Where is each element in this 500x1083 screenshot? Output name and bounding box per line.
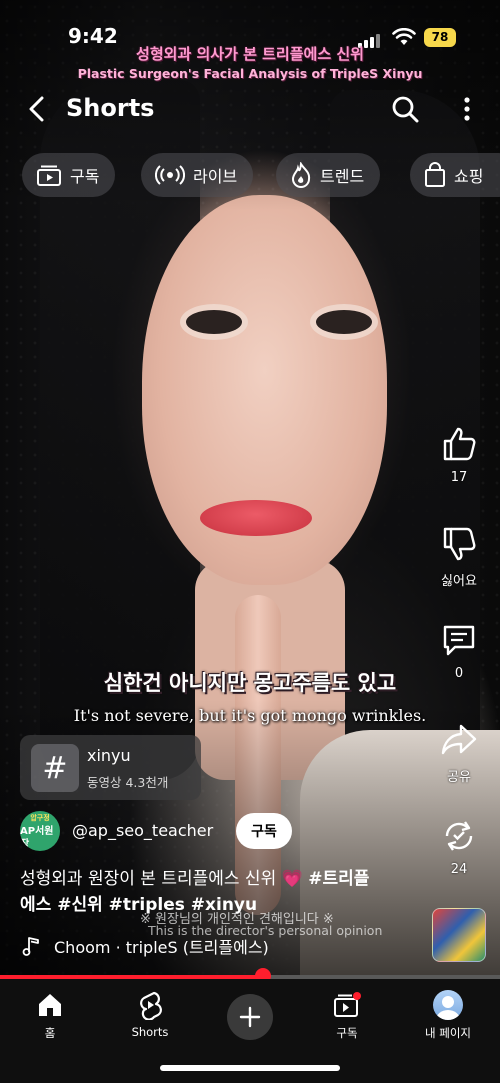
sound-thumbnail[interactable] (432, 908, 486, 962)
music-note-icon (22, 937, 39, 956)
like-count: 17 (450, 470, 468, 485)
hashtag-video-count: 동영상 4.3천개 (87, 775, 169, 790)
shopping-icon (425, 162, 445, 187)
create-button[interactable] (227, 994, 273, 1040)
search-button[interactable] (388, 92, 422, 126)
chip-label: 쇼핑 (454, 167, 484, 186)
top-app-bar: Shorts (0, 88, 500, 132)
home-icon (39, 994, 61, 1016)
share-button[interactable]: 공유 (426, 720, 492, 785)
page-title: Shorts (66, 94, 155, 122)
chip-label: 구독 (70, 167, 100, 186)
subscriptions-icon (37, 165, 61, 186)
search-icon (392, 96, 419, 123)
more-icon (464, 97, 470, 121)
battery-level: 78 (431, 30, 449, 44)
avatar-text-bottom: AP서원장 (20, 825, 54, 850)
video-subtitle-ko: 심한건 아니지만 몽고주름도 있고 (103, 671, 397, 695)
nav-home[interactable]: 홈 (10, 989, 90, 1041)
category-chips: 구독 라이브 트렌드 쇼핑 (0, 153, 500, 199)
create-icon (239, 1006, 261, 1028)
hashtag-chip[interactable]: # xinyu 동영상 4.3천개 (20, 735, 201, 800)
channel-handle[interactable]: @ap_seo_teacher (72, 821, 213, 840)
video-eye-right (316, 310, 372, 334)
chip-shopping[interactable]: 쇼핑 (410, 153, 500, 197)
nav-label: 구독 (336, 1026, 358, 1040)
share-label: 공유 (447, 770, 471, 785)
trending-icon (291, 162, 311, 188)
back-button[interactable] (20, 92, 54, 126)
comment-count: 0 (454, 666, 464, 681)
channel-avatar[interactable]: 압구정 AP서원장 (20, 811, 60, 851)
comment-icon (443, 625, 475, 656)
dislike-label: 싫어요 (441, 574, 477, 589)
profile-icon (433, 990, 463, 1020)
subscriptions-icon (334, 992, 361, 1017)
chip-live[interactable]: 라이브 (141, 153, 254, 197)
video-overlay-title-en: Plastic Surgeon's Facial Analysis of Tri… (77, 66, 423, 81)
share-icon (441, 724, 477, 755)
like-button[interactable]: 17 (426, 424, 492, 485)
chip-subscriptions[interactable]: 구독 (22, 153, 116, 197)
nav-subscriptions[interactable]: 구독 (307, 989, 387, 1041)
video-lips (200, 500, 312, 536)
remix-icon (445, 821, 473, 851)
thumbs-down-icon (443, 527, 476, 561)
video-eye-left (186, 310, 242, 334)
nav-label: 내 페이지 (425, 1026, 471, 1040)
home-indicator (160, 1065, 340, 1071)
shorts-screen: 9:42 78 성형외과 의사가 본 트리플에스 신위 Plastic Surg… (0, 0, 500, 1083)
thumbs-up-icon (443, 427, 476, 461)
remix-count: 24 (450, 862, 468, 877)
description-text: 성형외과 원장이 본 트리플에스 신위 💗 (20, 869, 303, 889)
hashtag-name: xinyu (87, 746, 131, 765)
more-options-button[interactable] (455, 92, 479, 126)
chip-label: 라이브 (193, 167, 238, 186)
nav-shorts[interactable]: Shorts (110, 989, 190, 1039)
live-icon (155, 165, 185, 185)
channel-row: 압구정 AP서원장 @ap_seo_teacher 구독 (20, 811, 320, 853)
video-overlay-title-ko: 성형외과 의사가 본 트리플에스 신위 (136, 45, 364, 63)
nav-profile[interactable]: 내 페이지 (408, 989, 488, 1041)
subscribe-button[interactable]: 구독 (236, 813, 292, 849)
comments-button[interactable]: 0 (426, 620, 492, 681)
dislike-button[interactable]: 싫어요 (426, 524, 492, 589)
hashtag-icon: # (31, 744, 79, 792)
chip-label: 트렌드 (320, 167, 365, 186)
music-row[interactable]: Choom · tripleS (트리플에스) (22, 934, 269, 958)
shorts-icon (140, 991, 162, 1020)
nav-label: Shorts (131, 1025, 169, 1039)
chip-trending[interactable]: 트렌드 (276, 153, 381, 197)
video-subtitle-en: It's not severe, but it's got mongo wrin… (73, 706, 427, 725)
music-track: Choom · tripleS (트리플에스) (54, 938, 269, 957)
nav-label: 홈 (44, 1026, 56, 1040)
back-icon (29, 96, 44, 122)
remix-button[interactable]: 24 (426, 816, 492, 877)
bottom-navigation: 홈 Shorts 구독 내 페이지 (0, 979, 500, 1083)
description-tags-1[interactable]: #트리플 (308, 869, 369, 889)
avatar-text-top: 압구정 (30, 813, 50, 822)
